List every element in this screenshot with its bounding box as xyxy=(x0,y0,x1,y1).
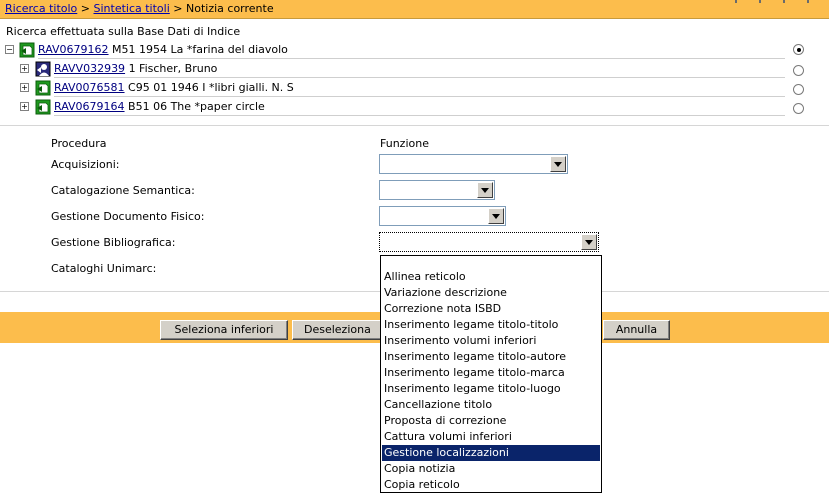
dropdown-option[interactable]: Inserimento legame titolo-autore xyxy=(382,349,600,365)
dropdown-option[interactable]: Inserimento legame titolo-luogo xyxy=(382,381,600,397)
record-description: C95 01 1946 I *libri gialli. N. S xyxy=(128,81,294,94)
annulla-button[interactable]: Annulla xyxy=(603,320,670,340)
dropdown-option[interactable]: Inserimento legame titolo-marca xyxy=(382,365,600,381)
chevron-down-icon[interactable] xyxy=(477,182,493,198)
record-description: M51 1954 La *farina del diavolo xyxy=(112,43,288,56)
author-icon xyxy=(35,61,51,77)
funzione-header: Funzione xyxy=(380,137,429,150)
record-description: B51 06 The *paper circle xyxy=(128,100,265,113)
dropdown-option[interactable]: Cancellazione titolo xyxy=(382,397,600,413)
dropdown-option[interactable]: Variazione descrizione xyxy=(382,285,600,301)
page: Ricerca titolo > Sintetica titoli > Noti… xyxy=(0,0,829,499)
record-link[interactable]: RAV0679162 xyxy=(38,43,109,56)
procedura-header: Procedura xyxy=(51,137,107,150)
dropdown-option[interactable]: Cattura volumi inferiori xyxy=(382,429,600,445)
breadcrumb-notizia-corrente: Notizia corrente xyxy=(186,2,274,15)
document-icon xyxy=(35,80,51,96)
dropdown-option[interactable]: Correzione nota ISBD xyxy=(382,301,600,317)
chevron-down-icon[interactable] xyxy=(488,208,504,224)
tree-row-3: + RAV0679164 B51 06 The *paper circle xyxy=(0,98,829,116)
tree-row-1: + RAVV032939 1 Fischer, Bruno xyxy=(0,60,829,78)
record-link[interactable]: RAV0679164 xyxy=(54,100,125,113)
collapse-toggle[interactable]: − xyxy=(5,45,14,54)
seleziona-inferiori-button[interactable]: Seleziona inferiori xyxy=(160,320,288,340)
expand-toggle[interactable]: + xyxy=(20,83,29,92)
document-icon xyxy=(19,42,35,58)
gestione-bibliografica-label: Gestione Bibliografica: xyxy=(51,236,176,249)
deseleziona-button[interactable]: Deseleziona xyxy=(292,320,382,340)
gestione-bibliografica-select[interactable] xyxy=(379,232,599,252)
search-info: Ricerca effettuata sulla Base Dati di In… xyxy=(6,25,241,38)
record-radio[interactable] xyxy=(793,65,804,76)
breadcrumb-separator: > xyxy=(80,2,90,15)
record-radio[interactable] xyxy=(793,44,804,55)
gestione-documento-fisico-select[interactable] xyxy=(379,206,506,226)
dropdown-option[interactable]: Inserimento legame titolo-titolo xyxy=(382,317,600,333)
record-radio[interactable] xyxy=(793,103,804,114)
funzione-dropdown-list[interactable]: Allinea reticolo Variazione descrizione … xyxy=(380,255,602,493)
acquisizioni-select[interactable] xyxy=(379,154,568,174)
document-icon xyxy=(35,99,51,115)
cataloghi-unimarc-label: Cataloghi Unimarc: xyxy=(51,262,157,275)
breadcrumb-separator: > xyxy=(173,2,183,15)
breadcrumb-sintetica-titoli[interactable]: Sintetica titoli xyxy=(94,2,170,15)
record-link[interactable]: RAV0076581 xyxy=(54,81,125,94)
catalogazione-semantica-select[interactable] xyxy=(379,180,495,200)
dropdown-option[interactable]: Copia reticolo xyxy=(382,477,600,493)
dropdown-option[interactable]: Copia notizia xyxy=(382,461,600,477)
expand-toggle[interactable]: + xyxy=(20,64,29,73)
breadcrumb: Ricerca titolo > Sintetica titoli > Noti… xyxy=(0,0,829,19)
dropdown-option[interactable]: Proposta di correzione xyxy=(382,413,600,429)
tree-row-2: + RAV0076581 C95 01 1946 I *libri gialli… xyxy=(0,79,829,97)
chevron-down-icon[interactable] xyxy=(581,234,597,250)
divider xyxy=(0,125,829,126)
dropdown-option[interactable]: Inserimento volumi inferiori xyxy=(382,333,600,349)
catalogazione-semantica-label: Catalogazione Semantica: xyxy=(51,184,195,197)
dropdown-option[interactable]: Allinea reticolo xyxy=(382,269,600,285)
gestione-documento-fisico-label: Gestione Documento Fisico: xyxy=(51,210,205,223)
expand-toggle[interactable]: + xyxy=(20,102,29,111)
chevron-down-icon[interactable] xyxy=(550,156,566,172)
tree-row-0: − RAV0679162 M51 1954 La *farina del dia… xyxy=(0,41,829,59)
record-radio[interactable] xyxy=(793,84,804,95)
dropdown-option-highlighted[interactable]: Gestione localizzazioni xyxy=(382,445,600,461)
toolbar-remnant xyxy=(733,0,829,3)
acquisizioni-label: Acquisizioni: xyxy=(51,158,120,171)
record-description: 1 Fischer, Bruno xyxy=(128,62,218,75)
breadcrumb-ricerca-titolo[interactable]: Ricerca titolo xyxy=(5,2,77,15)
record-link[interactable]: RAVV032939 xyxy=(54,62,125,75)
